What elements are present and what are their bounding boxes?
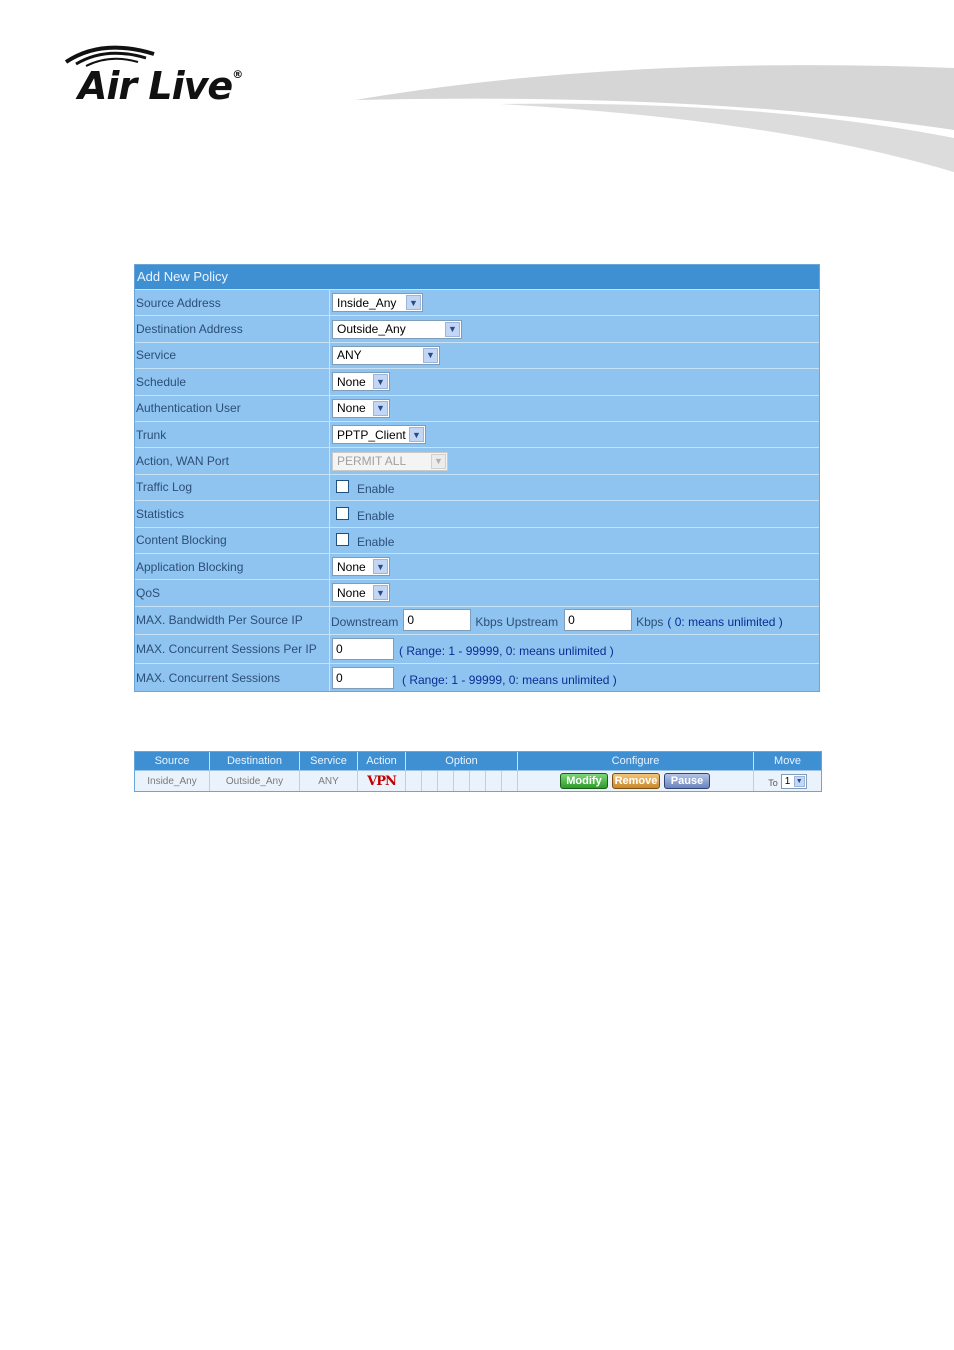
source-address-select[interactable]: Inside_Any ▼ — [332, 293, 423, 313]
downstream-label: Downstream — [331, 615, 399, 630]
traffic-log-checkbox[interactable] — [336, 480, 349, 494]
row-action-wan-port: Action, WAN Port PERMIT ALL ▼ — [135, 448, 819, 475]
field-label: Authentication User — [135, 395, 330, 421]
chevron-down-icon: ▼ — [409, 427, 424, 443]
row-traffic-log: Traffic Log Enable — [135, 474, 819, 502]
column-header-move: Move — [774, 755, 801, 767]
field-label: Schedule — [135, 369, 330, 395]
row-schedule: Schedule None ▼ — [135, 369, 819, 396]
row-max-bandwidth: MAX. Bandwidth Per Source IP Downstream … — [135, 606, 819, 636]
cell-source: Inside_Any — [135, 771, 210, 791]
chevron-down-icon: ▼ — [793, 775, 805, 787]
action-wan-port-select: PERMIT ALL ▼ — [332, 451, 448, 471]
column-header-service: Service — [300, 752, 358, 770]
schedule-select[interactable]: None ▼ — [332, 372, 390, 392]
authentication-user-select[interactable]: None ▼ — [332, 398, 390, 418]
application-blocking-select[interactable]: None ▼ — [332, 557, 390, 577]
row-content-blocking: Content Blocking Enable — [135, 527, 819, 554]
cell-move: To 1 ▼ — [754, 771, 821, 791]
option-cell — [422, 771, 438, 791]
unit-label: Kbps — [636, 615, 664, 630]
field-label: Destination Address — [135, 316, 330, 342]
checkbox-label: Enable — [357, 508, 395, 523]
option-cell — [470, 771, 486, 791]
column-header-option: Option — [406, 752, 518, 770]
chevron-down-icon: ▼ — [373, 585, 388, 601]
modify-button[interactable]: Modify — [560, 773, 608, 789]
cell-service: ANY — [300, 771, 358, 791]
field-label: Action, WAN Port — [135, 448, 330, 474]
trunk-select[interactable]: PPTP_Client ▼ — [332, 425, 426, 445]
row-trunk: Trunk PPTP_Client ▼ — [135, 421, 819, 449]
field-label: MAX. Concurrent Sessions Per IP — [135, 635, 330, 663]
row-destination-address: Destination Address Outside_Any ▼ — [135, 316, 819, 343]
option-cell — [486, 771, 502, 791]
policy-list-table: Source Destination Service Action Option… — [134, 751, 822, 792]
field-label: QoS — [135, 580, 330, 606]
field-label: Application Blocking — [135, 553, 330, 580]
field-label: Traffic Log — [135, 474, 330, 501]
field-label: Source Address — [135, 290, 330, 316]
field-label: MAX. Concurrent Sessions — [135, 663, 330, 692]
max-sessions-input[interactable]: 0 — [332, 666, 394, 689]
row-max-sessions: MAX. Concurrent Sessions 0 ( Range: 1 - … — [135, 663, 819, 692]
row-statistics: Statistics Enable — [135, 501, 819, 528]
remove-button[interactable]: Remove — [612, 773, 660, 789]
cell-configure: Modify Remove Pause — [518, 771, 754, 791]
option-cell — [502, 771, 518, 791]
destination-address-select[interactable]: Outside_Any ▼ — [332, 319, 462, 339]
statistics-checkbox[interactable] — [336, 506, 349, 520]
column-header-action: Action — [358, 752, 406, 770]
column-header-configure: Configure — [518, 752, 754, 770]
chevron-down-icon: ▼ — [406, 295, 421, 311]
move-to-label: To — [768, 778, 778, 788]
table-header: Source Destination Service Action Option… — [135, 752, 821, 770]
row-authentication-user: Authentication User None ▼ — [135, 395, 819, 422]
table-row: Inside_Any Outside_Any ANY VPN Modify Re… — [135, 770, 821, 791]
row-max-sessions-per-ip: MAX. Concurrent Sessions Per IP 0 ( Rang… — [135, 635, 819, 664]
column-header-source: Source — [135, 752, 210, 770]
downstream-input[interactable]: 0 — [403, 609, 472, 632]
chevron-down-icon: ▼ — [373, 374, 388, 390]
chevron-down-icon: ▼ — [423, 347, 438, 363]
pause-button[interactable]: Pause — [664, 773, 710, 789]
vpn-icon: VPN — [367, 773, 397, 789]
upstream-label: Kbps Upstream — [475, 615, 559, 630]
range-hint: ( Range: 1 - 99999, 0: means unlimited ) — [399, 644, 614, 659]
row-service: Service ANY ▼ — [135, 342, 819, 370]
qos-select[interactable]: None ▼ — [332, 583, 390, 603]
option-cell — [438, 771, 454, 791]
field-label: Trunk — [135, 421, 330, 448]
option-cell — [454, 771, 470, 791]
upstream-input[interactable]: 0 — [564, 609, 633, 632]
field-label: Content Blocking — [135, 527, 330, 553]
row-application-blocking: Application Blocking None ▼ — [135, 553, 819, 581]
option-cell — [406, 771, 422, 791]
header-swoosh-graphic — [355, 65, 954, 172]
row-source-address: Source Address Inside_Any ▼ — [135, 290, 819, 317]
service-select[interactable]: ANY ▼ — [332, 345, 440, 365]
range-hint: ( Range: 1 - 99999, 0: means unlimited ) — [402, 672, 617, 687]
bandwidth-hint: ( 0: means unlimited ) — [667, 615, 783, 630]
content-blocking-checkbox[interactable] — [336, 533, 349, 547]
move-position-select[interactable]: 1 ▼ — [780, 773, 807, 789]
checkbox-label: Enable — [357, 482, 395, 497]
cell-destination: Outside_Any — [210, 771, 300, 791]
cell-action: VPN — [358, 771, 406, 791]
checkbox-label: Enable — [357, 535, 395, 550]
chevron-down-icon: ▼ — [445, 321, 460, 337]
field-label: Service — [135, 342, 330, 369]
chevron-down-icon: ▼ — [373, 400, 388, 416]
add-new-policy-form: Add New Policy Source Address Inside_Any… — [134, 264, 820, 693]
column-header-destination: Destination — [210, 752, 300, 770]
chevron-down-icon: ▼ — [373, 559, 388, 575]
field-label: MAX. Bandwidth Per Source IP — [135, 606, 330, 635]
max-sessions-per-ip-input[interactable]: 0 — [332, 638, 394, 661]
chevron-down-icon: ▼ — [431, 453, 446, 469]
field-label: Statistics — [135, 501, 330, 527]
form-title: Add New Policy — [135, 265, 819, 290]
row-qos: QoS None ▼ — [135, 580, 819, 607]
